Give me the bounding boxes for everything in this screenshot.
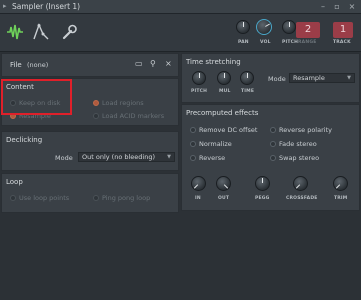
range-label: RANGE (298, 40, 317, 45)
pegg-label: PEGG (255, 196, 270, 201)
out-knob[interactable] (216, 176, 231, 191)
trim-knob[interactable] (333, 176, 348, 191)
clear-icon[interactable]: × (165, 59, 172, 68)
declicking-mode-label: Mode (55, 154, 73, 162)
window-title: Sampler (Insert 1) (12, 2, 81, 11)
track-label: TRACK (333, 40, 351, 45)
time-stretching-panel: Time stretching PITCH MUL TIME Mode Resa… (181, 53, 360, 103)
ts-pitch-label: PITCH (191, 89, 208, 94)
minimize-icon[interactable]: – (316, 1, 330, 13)
ts-pitch-knob[interactable] (192, 71, 206, 85)
precomputed-effects-panel: Precomputed effects Remove DC offset Rev… (181, 104, 360, 211)
ts-mul-knob[interactable] (217, 71, 231, 85)
pin-icon[interactable]: ⚲ (150, 59, 156, 68)
envelope-icon[interactable] (32, 23, 50, 41)
loop-title: Loop (6, 178, 23, 186)
declicking-title: Declicking (6, 136, 43, 144)
volume-knob[interactable] (256, 19, 272, 35)
time-stretching-title: Time stretching (186, 58, 241, 66)
pitch-knob[interactable] (282, 20, 296, 34)
reverse-option[interactable]: Reverse (190, 154, 225, 162)
pan-label: PAN (238, 40, 249, 45)
chevron-down-icon: ▼ (347, 75, 351, 81)
file-panel: File (none) ▭ ⚲ × (1, 53, 179, 77)
declicking-mode-select[interactable]: Out only (no bleeding) ▼ (78, 152, 175, 162)
waveform-icon[interactable] (6, 23, 24, 41)
pegg-knob[interactable] (255, 176, 270, 191)
ts-mode-select[interactable]: Resample ▼ (289, 73, 355, 83)
folder-icon[interactable]: ▭ (135, 59, 143, 68)
remove-dc-offset-option[interactable]: Remove DC offset (190, 126, 257, 134)
track-display[interactable]: 1 (333, 22, 353, 38)
volume-label: VOL (260, 40, 271, 45)
chevron-down-icon: ▼ (167, 154, 171, 160)
reverse-polarity-option[interactable]: Reverse polarity (270, 126, 332, 134)
in-knob[interactable] (191, 176, 206, 191)
wrench-icon[interactable] (60, 23, 78, 41)
title-bar: ▸ Sampler (Insert 1) – ▫ × (0, 0, 361, 14)
trim-label: TRIM (334, 196, 348, 201)
loop-panel: Loop Use loop points Ping pong loop (1, 173, 179, 213)
in-label: IN (195, 196, 201, 201)
ts-time-knob[interactable] (240, 71, 254, 85)
use-loop-points-option[interactable]: Use loop points (10, 194, 69, 202)
pitch-range-display[interactable]: 2 (296, 22, 320, 38)
ts-mul-label: MUL (219, 89, 231, 94)
crossfade-knob[interactable] (293, 176, 308, 191)
load-acid-markers-option[interactable]: Load ACID markers (93, 112, 164, 120)
fade-stereo-option[interactable]: Fade stereo (270, 140, 317, 148)
precomputed-title: Precomputed effects (186, 109, 259, 117)
declicking-panel: Declicking Mode Out only (no bleeding) ▼ (1, 131, 179, 171)
close-icon[interactable]: × (345, 1, 359, 13)
maximize-icon[interactable]: ▫ (330, 1, 344, 13)
pan-knob[interactable] (236, 20, 250, 34)
channel-toolbar: PAN VOL 2 PITCH RANGE 1 TRACK (0, 14, 361, 52)
file-value: (none) (27, 61, 49, 69)
highlight-box (1, 79, 72, 115)
swap-stereo-option[interactable]: Swap stereo (270, 154, 319, 162)
crossfade-label: CROSSFADE (286, 196, 318, 201)
normalize-option[interactable]: Normalize (190, 140, 232, 148)
load-regions-option[interactable]: Load regions (93, 99, 144, 107)
file-label: File (10, 61, 22, 69)
ts-time-label: TIME (241, 89, 255, 94)
out-label: OUT (218, 196, 230, 201)
ts-mode-label: Mode (268, 75, 286, 83)
pitch-label: PITCH (282, 40, 299, 45)
window-menu-icon[interactable]: ▸ (3, 2, 11, 11)
ping-pong-loop-option[interactable]: Ping pong loop (93, 194, 150, 202)
